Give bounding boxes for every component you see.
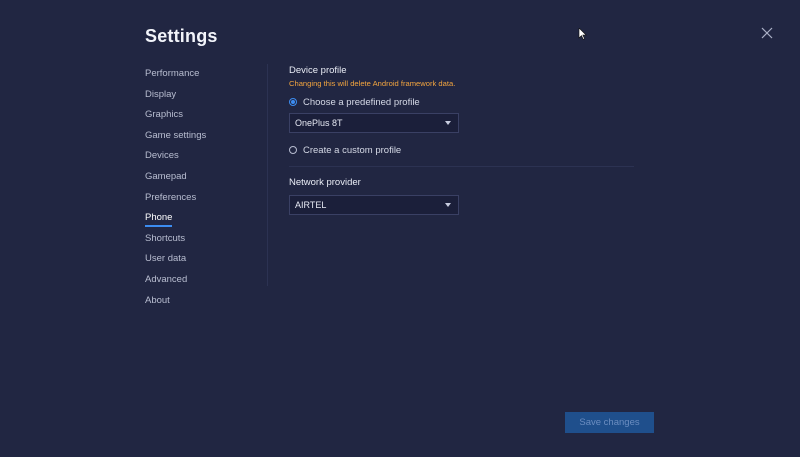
- sidebar-item-label: Advanced: [145, 273, 188, 285]
- close-button[interactable]: [760, 26, 774, 40]
- sidebar-divider: [267, 64, 268, 286]
- network-provider-value: AIRTEL: [295, 200, 327, 210]
- sidebar-item-label: Preferences: [145, 191, 197, 203]
- page-title: Settings: [145, 26, 218, 46]
- sidebar-item-label: User data: [145, 253, 187, 265]
- sidebar-item-shortcuts[interactable]: Shortcuts: [145, 229, 265, 250]
- sidebar-item-label: Performance: [145, 68, 200, 79]
- sidebar-item-display[interactable]: Display: [145, 85, 265, 106]
- sidebar-item-label: Game settings: [145, 129, 207, 141]
- phone-settings-panel: Device profile Changing this will delete…: [289, 64, 634, 215]
- mouse-cursor-icon: [578, 28, 587, 40]
- sidebar-item-label: Shortcuts: [145, 232, 186, 244]
- device-profile-warning: Changing this will delete Android framew…: [289, 79, 456, 88]
- settings-sidebar: Performance Display Graphics Game settin…: [145, 64, 265, 311]
- save-changes-button[interactable]: Save changes: [565, 412, 654, 433]
- profile-select-value: OnePlus 8T: [295, 118, 343, 128]
- custom-profile-label: Create a custom profile: [303, 144, 402, 156]
- chevron-down-icon: [445, 203, 451, 207]
- chevron-down-icon: [445, 121, 451, 125]
- close-icon: [761, 27, 773, 39]
- sidebar-item-devices[interactable]: Devices: [145, 146, 265, 167]
- sidebar-item-user-data[interactable]: User data: [145, 249, 265, 270]
- sidebar-item-label: Phone: [145, 212, 173, 228]
- sidebar-item-label: Devices: [145, 150, 179, 162]
- sidebar-item-advanced[interactable]: Advanced: [145, 270, 265, 291]
- sidebar-item-about[interactable]: About: [145, 291, 265, 312]
- sidebar-item-graphics[interactable]: Graphics: [145, 105, 265, 126]
- custom-profile-radio[interactable]: Create a custom profile: [289, 143, 634, 157]
- sidebar-item-label: Graphics: [145, 109, 184, 121]
- sidebar-item-label: Gamepad: [145, 170, 187, 182]
- predefined-profile-label: Choose a predefined profile: [303, 96, 420, 108]
- network-provider-select[interactable]: AIRTEL: [289, 195, 459, 215]
- sidebar-item-preferences[interactable]: Preferences: [145, 188, 265, 209]
- sidebar-item-phone[interactable]: Phone: [145, 208, 265, 229]
- radio-checked-icon: [289, 98, 297, 106]
- predefined-profile-radio[interactable]: Choose a predefined profile: [289, 95, 634, 109]
- section-divider: [289, 166, 634, 167]
- radio-unchecked-icon: [289, 146, 297, 154]
- sidebar-item-game-settings[interactable]: Game settings: [145, 126, 265, 147]
- sidebar-item-label: Display: [145, 88, 177, 100]
- sidebar-item-gamepad[interactable]: Gamepad: [145, 167, 265, 188]
- sidebar-item-label: About: [145, 294, 170, 306]
- network-provider-title: Network provider: [289, 177, 361, 188]
- sidebar-item-performance[interactable]: Performance: [145, 64, 265, 85]
- profile-select[interactable]: OnePlus 8T: [289, 113, 459, 133]
- device-profile-title: Device profile: [289, 65, 347, 76]
